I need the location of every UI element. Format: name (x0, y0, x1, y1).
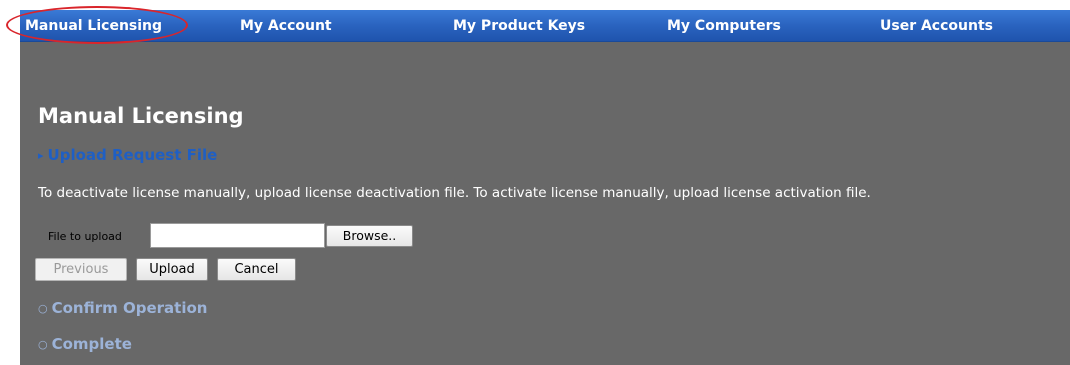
step-upload-request-file: ▸ Upload Request File (38, 146, 217, 164)
step-complete: ○ Complete (38, 335, 132, 353)
nav-item-my-product-keys[interactable]: My Product Keys (453, 10, 585, 42)
file-path-input[interactable] (150, 223, 325, 248)
nav-item-my-computers[interactable]: My Computers (667, 10, 781, 42)
browse-button[interactable]: Browse.. (326, 225, 413, 247)
nav-item-user-accounts[interactable]: User Accounts (880, 10, 993, 42)
nav-item-my-account[interactable]: My Account (240, 10, 332, 42)
triangle-right-icon: ▸ (38, 149, 44, 162)
previous-button[interactable]: Previous (35, 258, 127, 281)
step-label: Confirm Operation (51, 299, 208, 317)
nav-item-manual-licensing[interactable]: Manual Licensing (25, 10, 162, 42)
circle-outline-icon: ○ (38, 302, 48, 315)
step-label: Upload Request File (47, 146, 218, 164)
step-label: Complete (51, 335, 132, 353)
top-nav-bar: Manual Licensing My Account My Product K… (20, 10, 1070, 42)
page-title: Manual Licensing (38, 104, 244, 128)
file-to-upload-label: File to upload (48, 230, 122, 243)
instructions-text: To deactivate license manually, upload l… (38, 185, 871, 201)
upload-button[interactable]: Upload (136, 258, 208, 281)
content-panel: Manual Licensing ▸ Upload Request File To… (20, 42, 1070, 365)
cancel-button[interactable]: Cancel (217, 258, 296, 281)
step-confirm-operation: ○ Confirm Operation (38, 299, 207, 317)
page: Manual Licensing My Account My Product K… (0, 0, 1070, 365)
circle-outline-icon: ○ (38, 338, 48, 351)
